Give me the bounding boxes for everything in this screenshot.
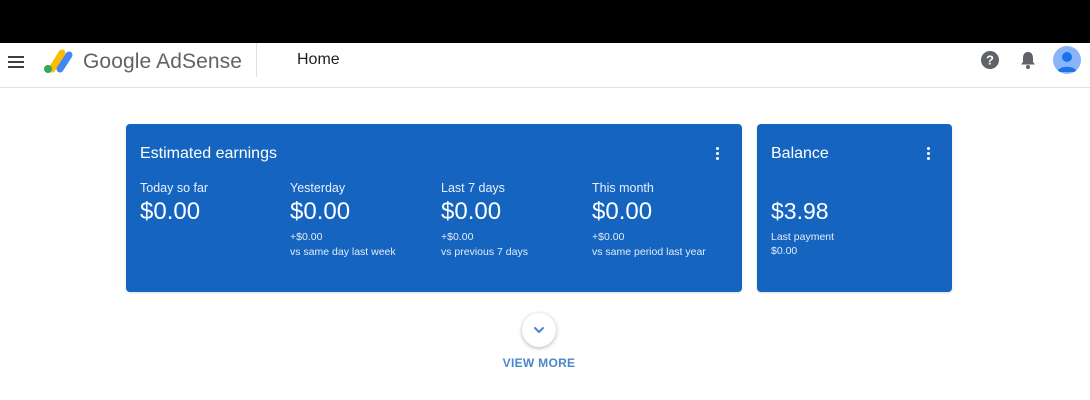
metric-label: This month: [592, 181, 654, 195]
header-divider: [256, 43, 257, 77]
help-icon[interactable]: ?: [980, 50, 1000, 70]
metric-this-month: This month $0.00 +$0.00 vs same period l…: [592, 181, 740, 258]
brand-name: Google AdSense: [83, 50, 243, 73]
metric-value: $0.00: [592, 198, 653, 225]
metric-delta: +$0.00: [441, 231, 474, 243]
balance-card: Balance $3.98 Last payment $0.00: [757, 124, 952, 292]
balance-amount: $3.98: [771, 198, 829, 224]
metric-value: $0.00: [441, 198, 502, 225]
menu-icon[interactable]: [6, 52, 26, 72]
svg-text:?: ?: [986, 53, 994, 68]
account-icon: [1057, 52, 1077, 72]
metric-compare: vs same period last year: [592, 246, 706, 258]
metric-last-7-days: Last 7 days $0.00 +$0.00 vs previous 7 d…: [441, 181, 589, 258]
metric-delta: +$0.00: [592, 231, 625, 243]
last-payment-label: Last payment: [771, 231, 835, 243]
view-more-link[interactable]: VIEW MORE: [489, 356, 589, 370]
metric-value: $0.00: [140, 198, 201, 225]
expand-button[interactable]: [522, 313, 556, 347]
chevron-down-icon: [534, 327, 544, 333]
card-title: Balance: [771, 145, 829, 162]
app-header: Google AdSense Home ?: [0, 43, 1090, 88]
more-options-icon[interactable]: [925, 147, 931, 163]
metric-label: Yesterday: [290, 181, 346, 195]
metric-compare: vs previous 7 days: [441, 246, 528, 258]
adsense-logo: [44, 49, 73, 73]
metric-delta: +$0.00: [290, 231, 323, 243]
metric-yesterday: Yesterday $0.00 +$0.00 vs same day last …: [290, 181, 438, 258]
metric-label: Today so far: [140, 181, 209, 195]
page-title: Home: [297, 51, 340, 68]
card-title: Estimated earnings: [140, 145, 277, 162]
last-payment-value: $0.00: [771, 245, 798, 257]
more-options-icon[interactable]: [714, 147, 720, 163]
metric-label: Last 7 days: [441, 181, 505, 195]
top-black-bar: [0, 0, 1090, 43]
metric-compare: vs same day last week: [290, 246, 396, 258]
bell-icon[interactable]: [1018, 50, 1038, 70]
metric-value: $0.00: [290, 198, 351, 225]
estimated-earnings-card: Estimated earnings Today so far $0.00 Ye…: [126, 124, 742, 292]
avatar[interactable]: [1053, 46, 1081, 74]
metric-today: Today so far $0.00: [140, 181, 288, 226]
